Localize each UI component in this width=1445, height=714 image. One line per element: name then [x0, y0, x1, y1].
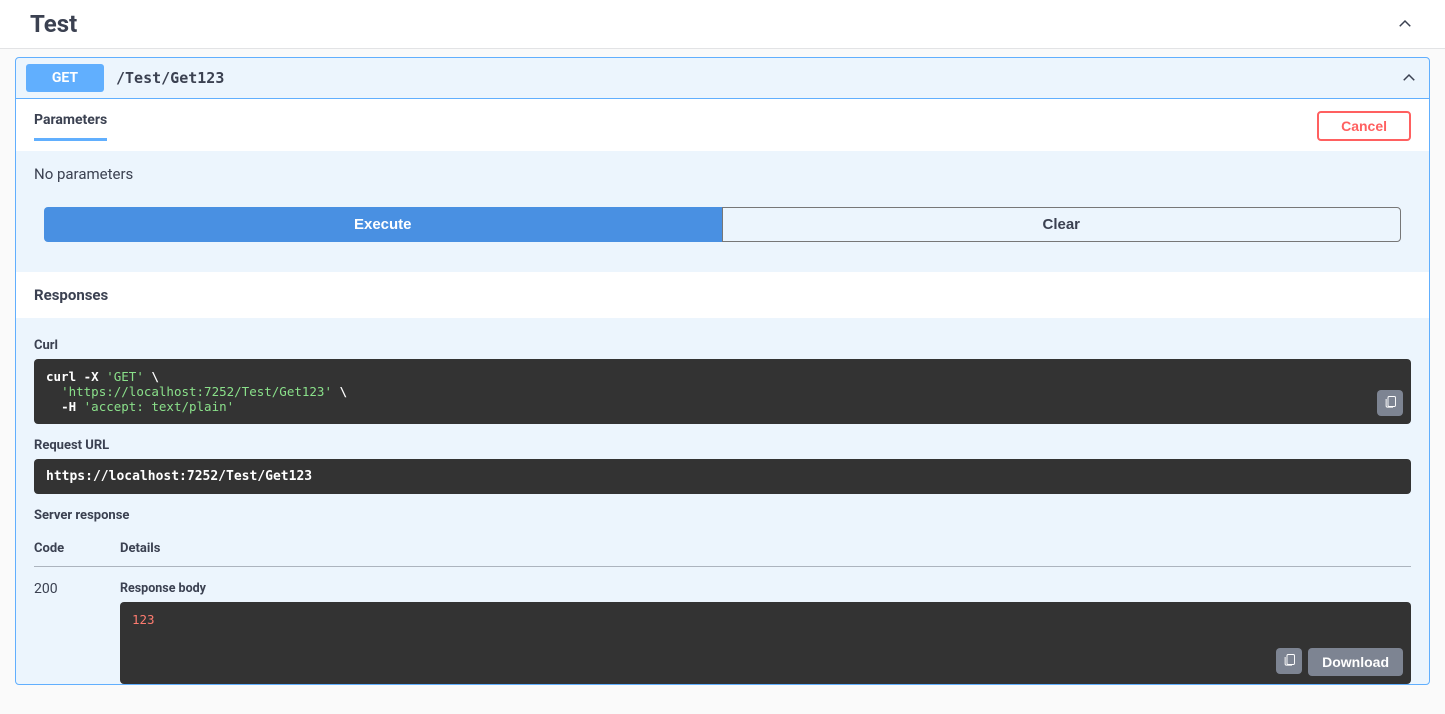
parameters-body: No parameters — [16, 151, 1429, 183]
col-details-header: Details — [120, 531, 1411, 567]
col-code-header: Code — [34, 531, 120, 567]
status-code: 200 — [34, 567, 120, 685]
http-method-badge: GET — [26, 64, 104, 92]
parameters-tab[interactable]: Parameters — [34, 112, 107, 141]
responses-header: Responses — [16, 272, 1429, 318]
clear-button[interactable]: Clear — [722, 207, 1402, 242]
cancel-button[interactable]: Cancel — [1317, 111, 1411, 141]
curl-cmd: curl -X — [46, 369, 106, 384]
server-response-label: Server response — [34, 508, 1411, 523]
parameters-section-header: Parameters Cancel — [16, 99, 1429, 151]
curl-block: curl -X 'GET' \ 'https://localhost:7252/… — [34, 359, 1411, 424]
response-body-label: Response body — [120, 581, 1411, 596]
responses-body: Curl curl -X 'GET' \ 'https://localhost:… — [16, 318, 1429, 684]
chevron-up-icon[interactable] — [1395, 14, 1415, 34]
chevron-up-icon[interactable] — [1399, 68, 1419, 88]
curl-header: 'accept: text/plain' — [84, 399, 235, 414]
response-row: 200 Response body 123 Down — [34, 567, 1411, 685]
request-url-label: Request URL — [34, 438, 1411, 453]
copy-button[interactable] — [1377, 390, 1403, 416]
action-button-row: Execute Clear — [16, 183, 1429, 272]
curl-slash2: \ — [332, 384, 347, 399]
tag-title: Test — [30, 10, 77, 38]
no-parameters-text: No parameters — [34, 165, 1411, 183]
response-table: Code Details 200 Response body 123 — [34, 531, 1411, 684]
curl-label: Curl — [34, 338, 1411, 353]
operation-block: GET /Test/Get123 Parameters Cancel No pa… — [15, 57, 1430, 685]
operation-summary[interactable]: GET /Test/Get123 — [16, 58, 1429, 99]
response-body-value: 123 — [132, 612, 155, 627]
response-body-block: 123 Download — [120, 602, 1411, 684]
clipboard-icon — [1282, 652, 1297, 670]
curl-h: -H — [61, 399, 84, 414]
operation-path: /Test/Get123 — [116, 69, 1399, 87]
clipboard-icon — [1383, 394, 1398, 412]
response-actions: Download — [1276, 648, 1403, 676]
curl-url: 'https://localhost:7252/Test/Get123' — [61, 384, 332, 399]
request-url-block: https://localhost:7252/Test/Get123 — [34, 459, 1411, 494]
copy-button[interactable] — [1276, 648, 1302, 674]
curl-slash1: \ — [144, 369, 159, 384]
tag-header[interactable]: Test — [0, 0, 1445, 49]
download-button[interactable]: Download — [1308, 648, 1403, 676]
execute-button[interactable]: Execute — [44, 207, 722, 242]
curl-method: 'GET' — [106, 369, 144, 384]
